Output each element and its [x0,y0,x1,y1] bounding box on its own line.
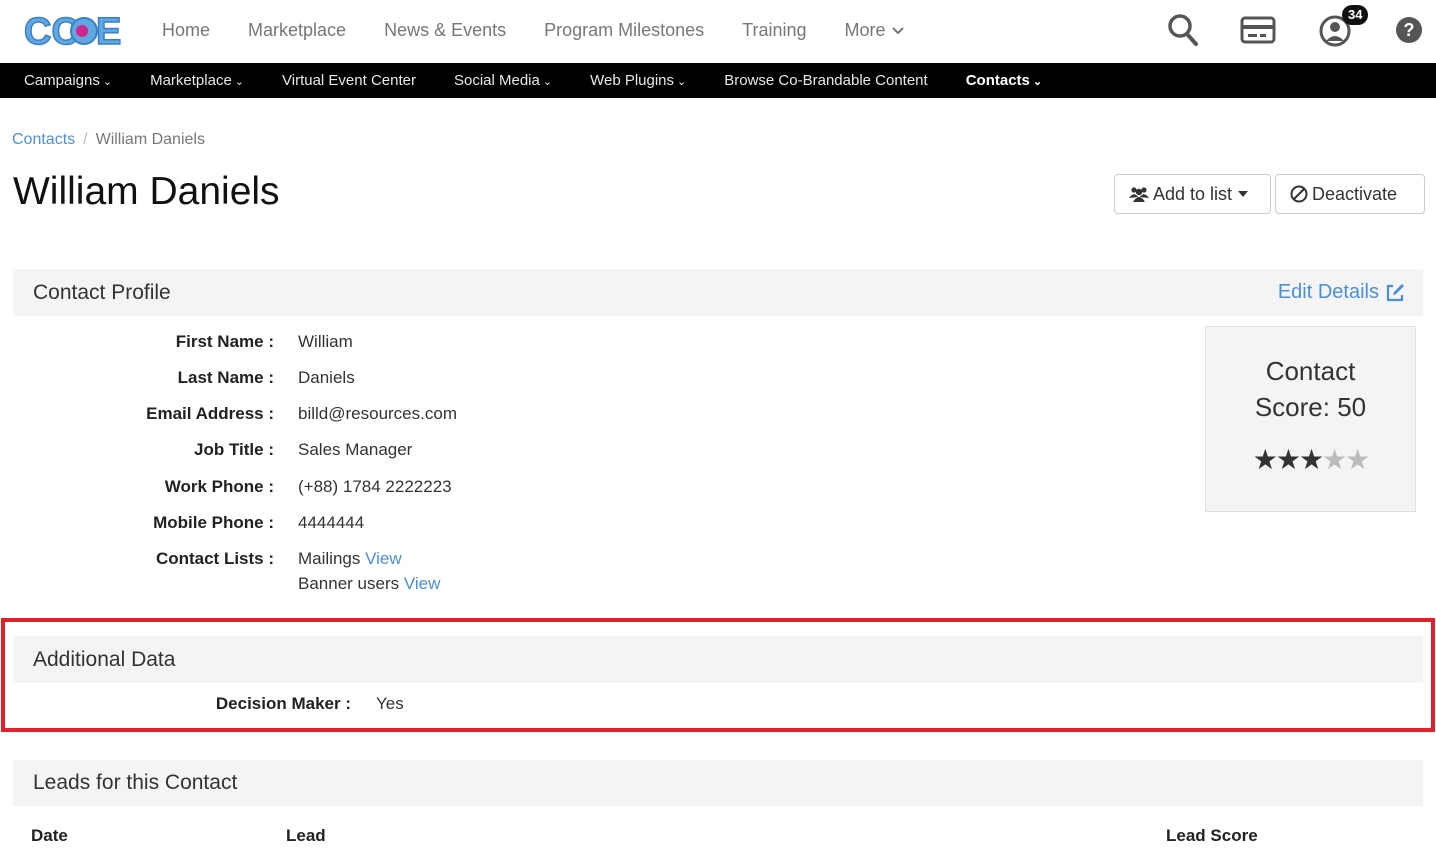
ccoe-logo[interactable]: CC E [23,10,124,54]
chevron-down-icon: ⌄ [234,76,245,88]
field-decision-maker: Decision Maker : Yes [0,694,700,724]
subnav-contacts[interactable]: Contacts ⌄ [966,72,1042,89]
subnav-browse-co-brandable[interactable]: Browse Co-Brandable Content [724,72,927,89]
nav-training[interactable]: Training [742,20,806,41]
leads-header: Leads for this Contact [13,760,1423,806]
field-first-name: First Name : William [0,332,700,362]
contact-score-card: Contact Score: 50 ★★★★★ [1205,326,1416,512]
field-value: Daniels [298,368,355,387]
svg-text:?: ? [1404,20,1415,40]
field-job-title: Job Title : Sales Manager [0,440,700,470]
field-label: Contact Lists : [155,549,274,568]
subnav-marketplace-label: Marketplace [150,72,232,89]
score-label-line1: Contact [1265,356,1356,386]
subnav-social-media[interactable]: Social Media ⌄ [454,72,552,89]
subnav-virtual-event-center[interactable]: Virtual Event Center [282,72,416,89]
deactivate-label: Deactivate [1312,183,1398,204]
caret-down-icon [1238,191,1249,197]
contact-profile-header: Contact Profile Edit Details [13,269,1423,316]
additional-data-title: Additional Data [33,647,176,671]
top-navbar: CC E Home Marketplace News & Events Prog… [0,0,1436,63]
column-header-lead-score[interactable]: Lead Score [1166,826,1258,846]
field-label: Work Phone : [164,477,274,496]
edit-details-link[interactable]: Edit Details [1278,281,1405,304]
contact-list-item: Mailings View [298,549,402,569]
subnav-web-plugins[interactable]: Web Plugins ⌄ [590,72,686,89]
nav-more-label: More [844,19,886,40]
subnav-virtual-event-center-label: Virtual Event Center [282,72,416,89]
field-label: Decision Maker : [215,694,351,713]
subnav-web-plugins-label: Web Plugins [590,72,675,89]
star-rating: ★★★★★ [1206,443,1415,476]
nav-news-events[interactable]: News & Events [384,20,506,41]
search-icon[interactable] [1166,12,1200,48]
notification-badge: 34 [1342,5,1369,25]
star-filled-icon: ★ [1252,444,1278,475]
field-mobile-phone: Mobile Phone : 4444444 [0,513,700,543]
field-label: First Name : [175,332,274,351]
svg-text:E: E [96,11,121,53]
field-last-name: Last Name : Daniels [0,368,700,398]
top-nav-menu: Home Marketplace News & Events Program M… [162,0,943,60]
help-icon[interactable]: ? [1395,16,1423,44]
field-value: (+88) 1784 2222223 [298,477,452,496]
score-value: Score: 50 [1254,392,1367,422]
view-banner-users-link[interactable]: View [404,574,441,593]
breadcrumb-contacts-link[interactable]: Contacts [12,131,75,148]
edit-icon [1386,283,1404,301]
chevron-down-icon: ⌄ [1032,76,1043,88]
subnav-marketplace[interactable]: Marketplace ⌄ [150,72,244,89]
ban-icon [1290,185,1308,203]
chevron-down-icon [891,26,904,34]
page-title: William Daniels [13,170,280,213]
field-email: Email Address : billd@resources.com [0,404,700,434]
field-label: Job Title : [194,440,274,459]
card-icon[interactable] [1240,16,1276,44]
nav-program-milestones[interactable]: Program Milestones [544,20,704,41]
breadcrumb-current: William Daniels [95,131,205,148]
field-value: William [298,332,353,351]
column-header-lead[interactable]: Lead [286,826,326,846]
field-value: billd@resources.com [298,404,457,423]
add-to-list-button[interactable]: Add to list [1114,174,1271,214]
column-header-date[interactable]: Date [31,826,68,846]
nav-home[interactable]: Home [162,20,210,41]
contact-list-name: Banner users [298,574,400,593]
field-label: Last Name : [177,368,274,387]
leads-title: Leads for this Contact [33,771,238,794]
nav-marketplace[interactable]: Marketplace [248,20,346,41]
star-filled-icon: ★ [1298,444,1324,475]
chevron-down-icon: ⌄ [677,76,687,88]
subnav-social-media-label: Social Media [453,72,540,89]
view-mailings-link[interactable]: View [365,549,402,568]
subnav-contacts-label: Contacts [965,72,1030,89]
star-empty-icon: ★ [1345,444,1370,475]
field-work-phone: Work Phone : (+88) 1784 2222223 [0,477,700,507]
add-to-list-label: Add to list [1153,183,1233,204]
contact-profile-title: Contact Profile [33,280,171,304]
breadcrumb-separator: / [83,131,88,148]
secondary-navbar: Campaigns ⌄ Marketplace ⌄ Virtual Event Ce… [0,63,1436,98]
field-value: 4444444 [298,513,365,532]
subnav-campaigns-label: Campaigns [24,72,100,89]
breadcrumb: Contacts / William Daniels [12,131,205,149]
chevron-down-icon: ⌄ [102,76,113,88]
field-contact-lists: Contact Lists : Mailings View Banner use… [0,549,700,609]
users-icon [1129,187,1149,202]
deactivate-button[interactable]: Deactivate [1275,174,1425,214]
field-value: Sales Manager [298,440,413,459]
chevron-down-icon: ⌄ [542,76,553,88]
edit-details-label: Edit Details [1277,281,1379,303]
field-label: Email Address : [146,404,274,423]
star-filled-icon: ★ [1275,444,1301,475]
star-empty-icon: ★ [1322,444,1347,475]
contact-list-item: Banner users View [298,574,440,594]
additional-data-header: Additional Data [13,636,1423,683]
subnav-browse-co-brandable-label: Browse Co-Brandable Content [724,72,928,89]
field-label: Mobile Phone : [153,513,274,532]
field-value: Yes [376,694,404,713]
nav-more[interactable]: More [845,20,905,41]
subnav-campaigns[interactable]: Campaigns ⌄ [24,72,112,89]
contact-list-name: Mailings [298,549,361,568]
